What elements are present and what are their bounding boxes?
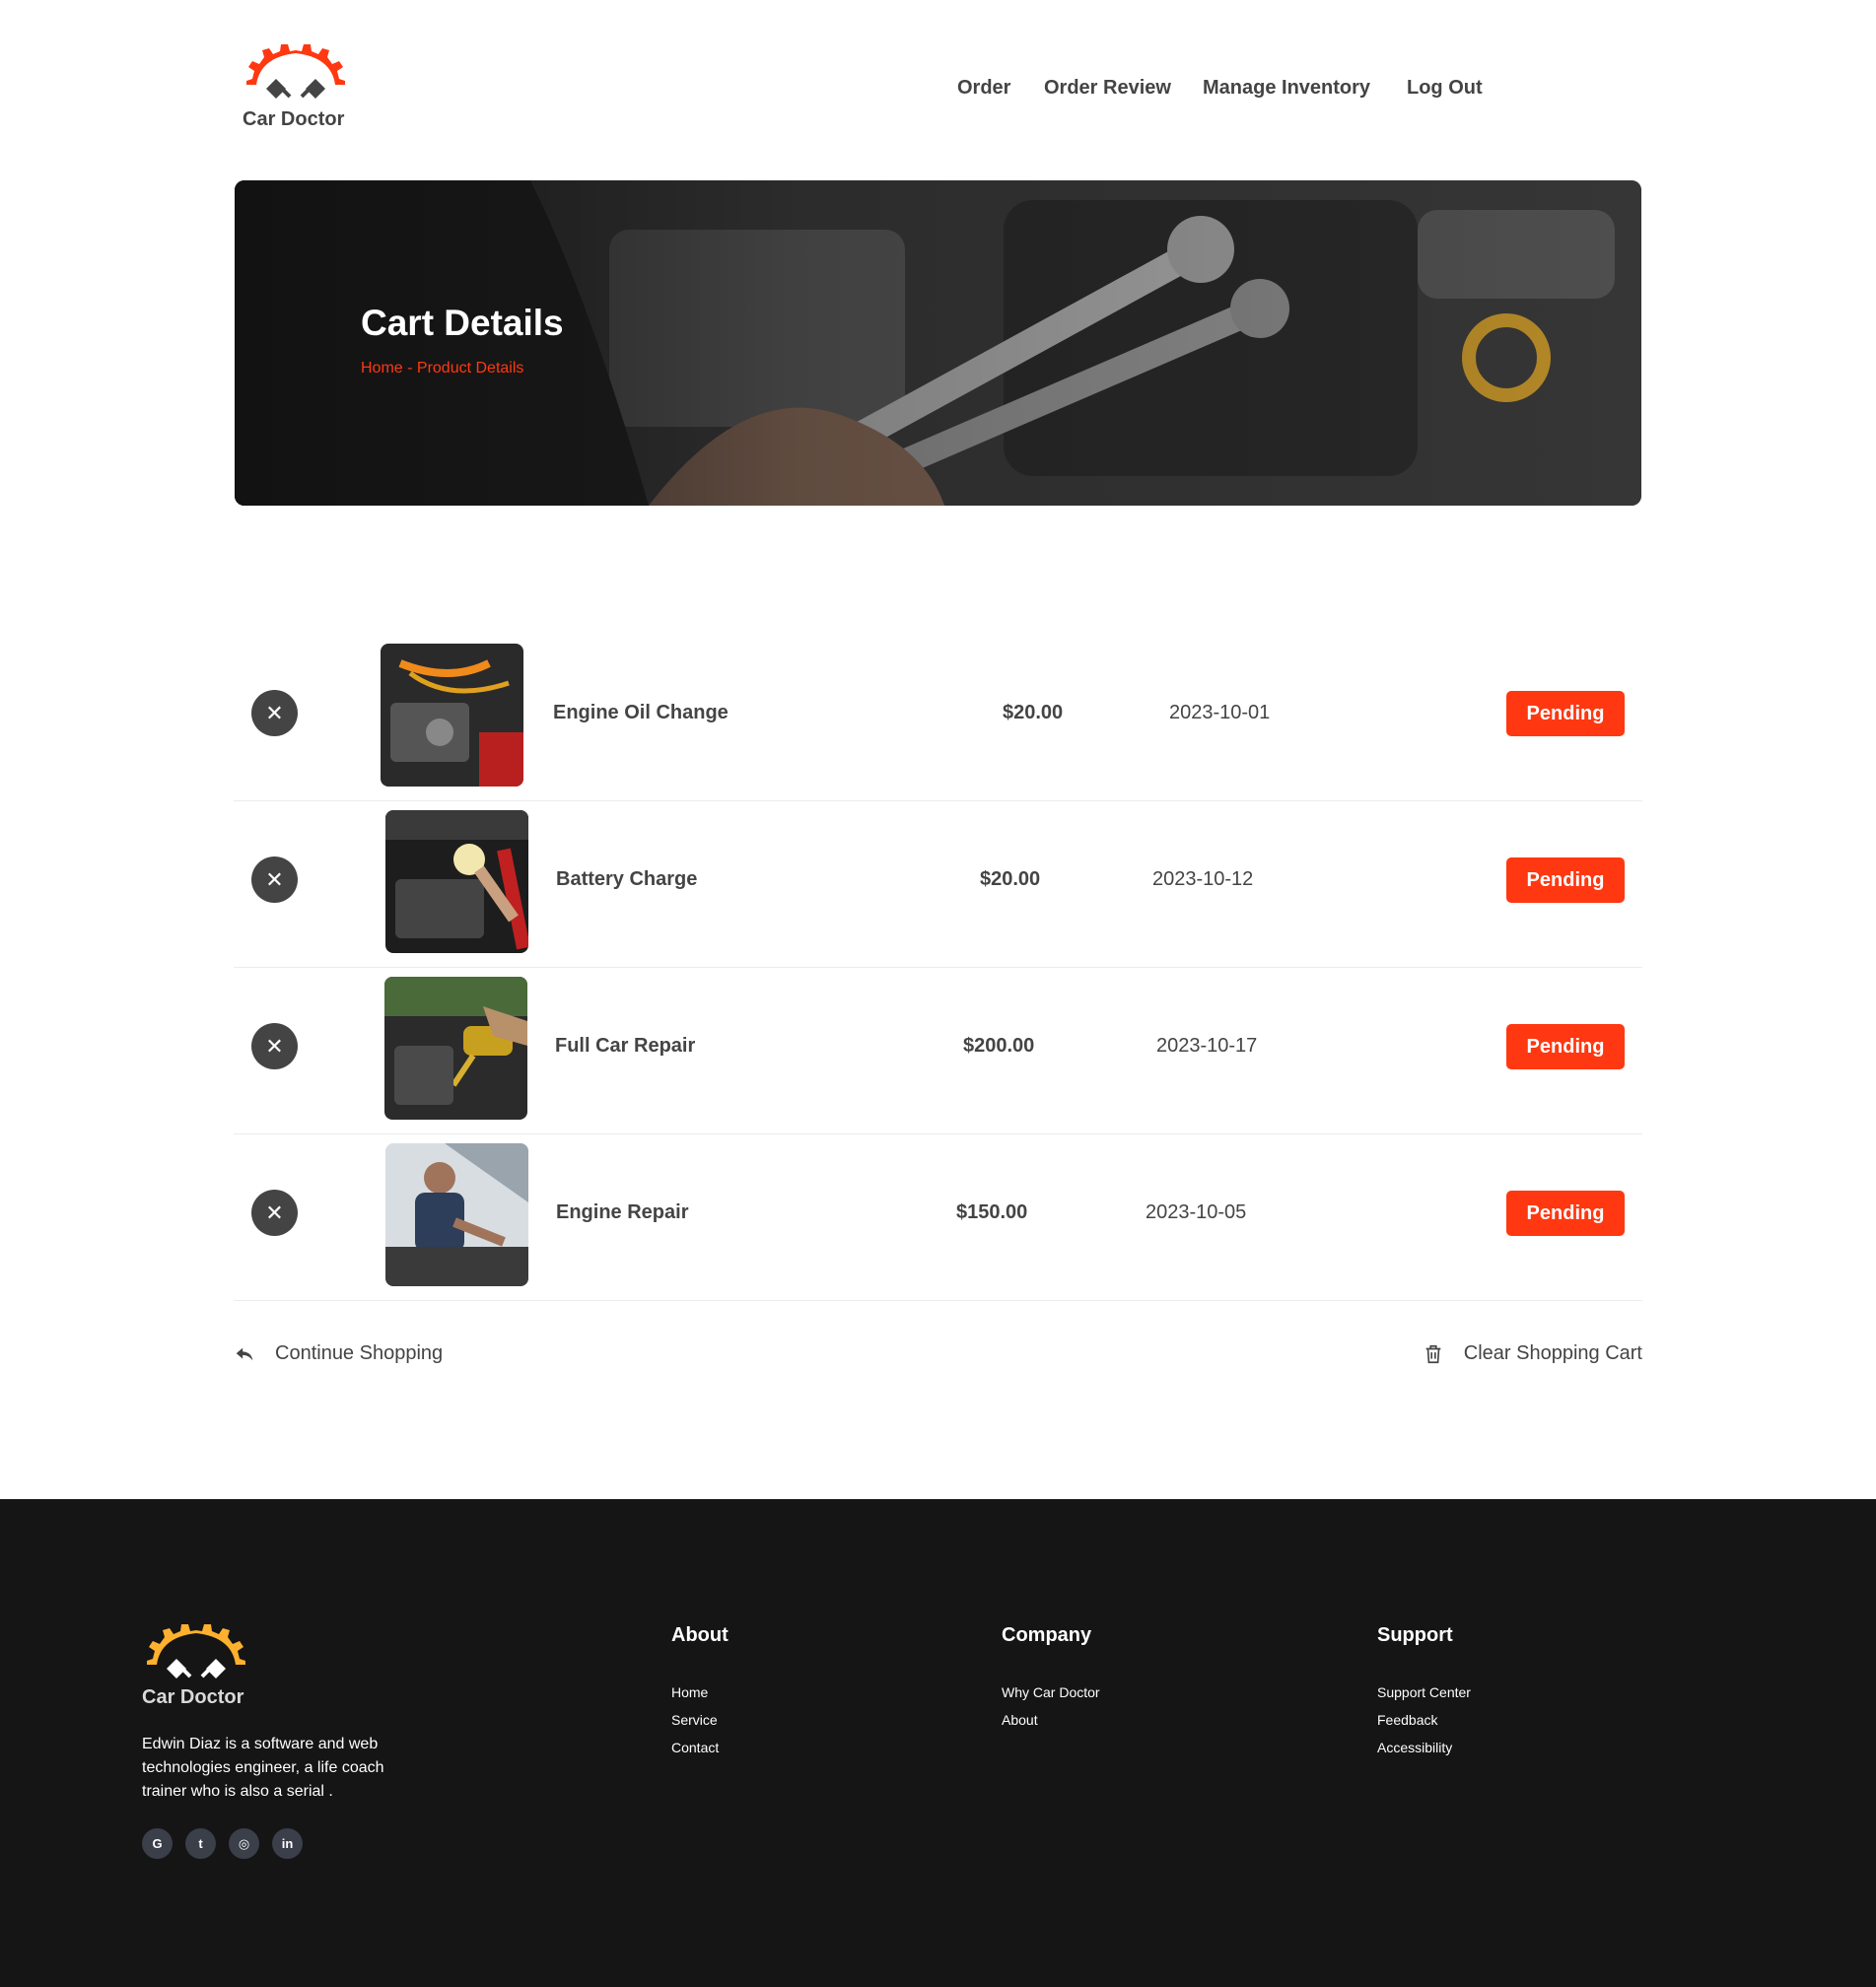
remove-item-button[interactable]: ✕ — [251, 690, 298, 736]
service-thumbnail — [385, 810, 528, 953]
nav-manage-inventory[interactable]: Manage Inventory — [1203, 77, 1370, 100]
logo-text: Car Doctor — [243, 108, 345, 130]
instagram-icon[interactable]: ◎ — [229, 1828, 259, 1859]
close-icon: ✕ — [265, 1199, 284, 1225]
google-icon[interactable]: G — [142, 1828, 173, 1859]
gear-logo-icon — [147, 1624, 245, 1679]
footer-link-contact[interactable]: Contact — [671, 1734, 729, 1761]
site-header: Car Doctor Order Order Review Manage Inv… — [0, 0, 1876, 158]
service-price: $200.00 — [963, 1035, 1035, 1057]
cart-list: ✕ Engine Oil Change $20.00 2023-10-01 Pe… — [234, 635, 1642, 1301]
status-pending-button[interactable]: Pending — [1506, 857, 1625, 903]
footer-column-title: Support — [1377, 1624, 1453, 1646]
mechanic-photo-icon — [385, 1143, 528, 1286]
footer-link-about[interactable]: About — [1002, 1706, 1100, 1734]
oil-pour-photo-icon — [384, 977, 527, 1120]
service-name: Engine Oil Change — [553, 702, 729, 723]
footer-description: Edwin Diaz is a software and web technol… — [142, 1736, 384, 1800]
footer-link-home[interactable]: Home — [671, 1679, 729, 1706]
remove-item-button[interactable]: ✕ — [251, 1023, 298, 1069]
remove-item-button[interactable]: ✕ — [251, 856, 298, 903]
service-thumbnail — [381, 644, 523, 787]
twitter-icon[interactable]: t — [185, 1828, 216, 1859]
clear-cart-label: Clear Shopping Cart — [1463, 1342, 1642, 1364]
social-links: G t ◎ in — [142, 1828, 303, 1859]
main-nav: Order Order Review Manage Inventory Log … — [0, 77, 1876, 106]
site-footer: Car Doctor Edwin Diaz is a software and … — [0, 1499, 1876, 1987]
nav-order-review[interactable]: Order Review — [1044, 77, 1171, 100]
engine-photo-icon — [381, 644, 523, 787]
clear-cart-button[interactable]: Clear Shopping Cart — [1423, 1342, 1642, 1365]
service-name: Engine Repair — [556, 1201, 689, 1223]
linkedin-icon[interactable]: in — [272, 1828, 303, 1859]
cart-row: ✕ Engine Repair $150.00 2023-10-05 Pendi… — [234, 1134, 1642, 1301]
service-thumbnail — [384, 977, 527, 1120]
service-price: $150.00 — [956, 1201, 1028, 1223]
nav-order[interactable]: Order — [957, 77, 1010, 100]
footer-column-company: Company Why Car Doctor About — [1002, 1624, 1100, 1734]
service-price: $20.00 — [1003, 702, 1064, 723]
service-date: 2023-10-12 — [1152, 868, 1254, 890]
close-icon: ✕ — [265, 700, 284, 725]
footer-column-support: Support Support Center Feedback Accessib… — [1377, 1624, 1471, 1761]
service-name: Full Car Repair — [555, 1035, 696, 1057]
nav-log-out[interactable]: Log Out — [1407, 77, 1483, 100]
cart-row: ✕ Engine Oil Change $20.00 2023-10-01 Pe… — [234, 635, 1642, 801]
close-icon: ✕ — [265, 1033, 284, 1059]
footer-link-service[interactable]: Service — [671, 1706, 729, 1734]
footer-column-about: About Home Service Contact — [671, 1624, 729, 1761]
breadcrumb[interactable]: Home - Product Details — [361, 360, 523, 377]
footer-link-feedback[interactable]: Feedback — [1377, 1706, 1471, 1734]
service-thumbnail — [385, 1143, 528, 1286]
footer-column-title: About — [671, 1624, 729, 1646]
footer-link-accessibility[interactable]: Accessibility — [1377, 1734, 1471, 1761]
service-price: $20.00 — [980, 868, 1041, 890]
continue-shopping-label: Continue Shopping — [275, 1342, 444, 1364]
battery-photo-icon — [385, 810, 528, 953]
footer-link-support-center[interactable]: Support Center — [1377, 1679, 1471, 1706]
status-pending-button[interactable]: Pending — [1506, 691, 1625, 736]
footer-column-title: Company — [1002, 1624, 1092, 1646]
remove-item-button[interactable]: ✕ — [251, 1190, 298, 1236]
close-icon: ✕ — [265, 866, 284, 892]
cart-row: ✕ Battery Charge $20.00 2023-10-12 Pendi… — [234, 801, 1642, 968]
page-title: Cart Details — [361, 303, 564, 343]
cart-actions: Continue Shopping Clear Shopping Cart — [234, 1342, 1642, 1376]
trash-icon — [1425, 1344, 1441, 1363]
status-pending-button[interactable]: Pending — [1506, 1191, 1625, 1236]
page-banner: Cart Details Home - Product Details — [235, 180, 1641, 506]
service-date: 2023-10-17 — [1156, 1035, 1258, 1057]
service-date: 2023-10-05 — [1146, 1201, 1247, 1223]
reply-arrow-icon — [236, 1347, 253, 1360]
service-date: 2023-10-01 — [1169, 702, 1271, 723]
continue-shopping-button[interactable]: Continue Shopping — [234, 1342, 443, 1365]
status-pending-button[interactable]: Pending — [1506, 1024, 1625, 1069]
footer-link-why-car-doctor[interactable]: Why Car Doctor — [1002, 1679, 1100, 1706]
footer-brand: Car Doctor — [142, 1686, 244, 1708]
cart-row: ✕ Full Car Repair $200.00 2023-10-17 Pen… — [234, 968, 1642, 1134]
service-name: Battery Charge — [556, 868, 698, 890]
